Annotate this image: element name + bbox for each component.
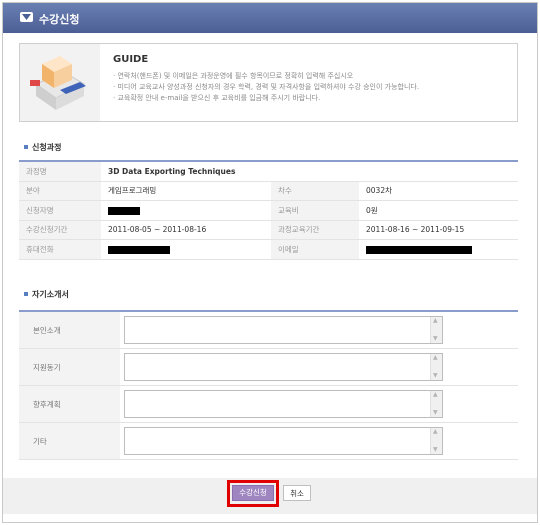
scroll-down-icon[interactable]: ▼ [433,336,438,342]
apply-button[interactable]: 수강신청 [232,485,274,501]
table-row: 지원동기 ▲ ▼ [19,348,518,386]
applicant-name-redacted [101,200,271,221]
table-row: 과정명 3D Data Exporting Techniques [19,160,519,182]
table-row: 본인소개 ▲ ▼ [19,310,518,349]
table-row: 수강신청기간 2011-08-05 ~ 2011-08-16 과정교육기간 20… [19,220,519,240]
intro-table: 본인소개 ▲ ▼ 지원동기 ▲ ▼ 향후계획 ▲ ▼ 기타 ▲ ▼ [19,310,518,460]
scroll-up-icon[interactable]: ▲ [433,429,438,435]
round-label: 차수 [271,181,359,201]
scroll-down-icon[interactable]: ▼ [433,410,438,416]
self-intro-label: 본인소개 [19,310,120,349]
scroll-down-icon[interactable]: ▼ [433,373,438,379]
guide-illustration [20,44,100,121]
scrollbar[interactable]: ▲ ▼ [430,391,442,417]
motivation-textarea[interactable]: ▲ ▼ [124,353,443,381]
field-label: 분야 [19,181,101,201]
scrollbar[interactable]: ▲ ▼ [430,354,442,380]
guide-line: · 미디어 교육교사 양성과정 신청자의 경우 학력, 경력 및 자격사항을 입… [113,83,420,91]
course-period-value: 2011-08-16 ~ 2011-09-15 [359,220,519,240]
course-period-label: 과정교육기간 [271,220,359,240]
bullet-icon [24,144,28,149]
table-row: 분야 게임프로그래밍 차수 0032차 [19,181,519,201]
bullet-icon [24,291,28,296]
table-row: 휴대전화 이메일 [19,239,519,260]
other-label: 기타 [19,422,120,460]
field-value: 게임프로그래밍 [101,181,271,201]
table-row: 신청자명 교육비 0원 [19,200,519,221]
guide-line: · 연락처(핸드폰) 및 이메일은 과정운영에 필수 항목이므로 정확히 입력해… [113,72,354,80]
apply-period-value: 2011-08-05 ~ 2011-08-16 [101,220,271,240]
self-intro-textarea[interactable]: ▲ ▼ [124,316,443,344]
scrollbar[interactable]: ▲ ▼ [430,317,442,343]
future-plan-textarea[interactable]: ▲ ▼ [124,390,443,418]
email-label: 이메일 [271,239,359,260]
guide-line: · 교육확정 안내 e-mail을 받으신 후 교육비를 입금해 주시기 바랍니… [113,94,321,102]
phone-redacted [101,239,271,260]
title-bar: 수강신청 [3,3,537,33]
guide-title: GUIDE [113,54,149,65]
scroll-down-icon[interactable]: ▼ [433,447,438,453]
guide-box: GUIDE · 연락처(핸드폰) 및 이메일은 과정운영에 필수 항목이므로 정… [19,43,518,122]
course-name-value: 3D Data Exporting Techniques [101,160,519,182]
scroll-up-icon[interactable]: ▲ [433,392,438,398]
course-section-heading: 신청과정 [24,142,61,153]
window-title: 수강신청 [39,13,80,26]
table-row: 향후계획 ▲ ▼ [19,385,518,423]
other-textarea[interactable]: ▲ ▼ [124,427,443,455]
motivation-label: 지원동기 [19,348,120,386]
course-name-label: 과정명 [19,160,101,182]
future-plan-label: 향후계획 [19,385,120,423]
table-row: 기타 ▲ ▼ [19,422,518,460]
phone-label: 휴대전화 [19,239,101,260]
round-value: 0032차 [359,181,519,201]
scrollbar[interactable]: ▲ ▼ [430,428,442,454]
cancel-button[interactable]: 취소 [283,485,311,501]
email-redacted [359,239,519,260]
guide-list: · 연락처(핸드폰) 및 이메일은 과정운영에 필수 항목이므로 정확히 입력해… [113,71,419,104]
scroll-up-icon[interactable]: ▲ [433,355,438,361]
apply-period-label: 수강신청기간 [19,220,101,240]
course-info-table: 과정명 3D Data Exporting Techniques 분야 게임프로… [19,160,519,260]
fee-value: 0원 [359,200,519,221]
intro-section-heading: 자기소개서 [24,289,69,300]
chevron-down-icon [20,12,33,22]
applicant-label: 신청자명 [19,200,101,221]
scroll-up-icon[interactable]: ▲ [433,318,438,324]
fee-label: 교육비 [271,200,359,221]
